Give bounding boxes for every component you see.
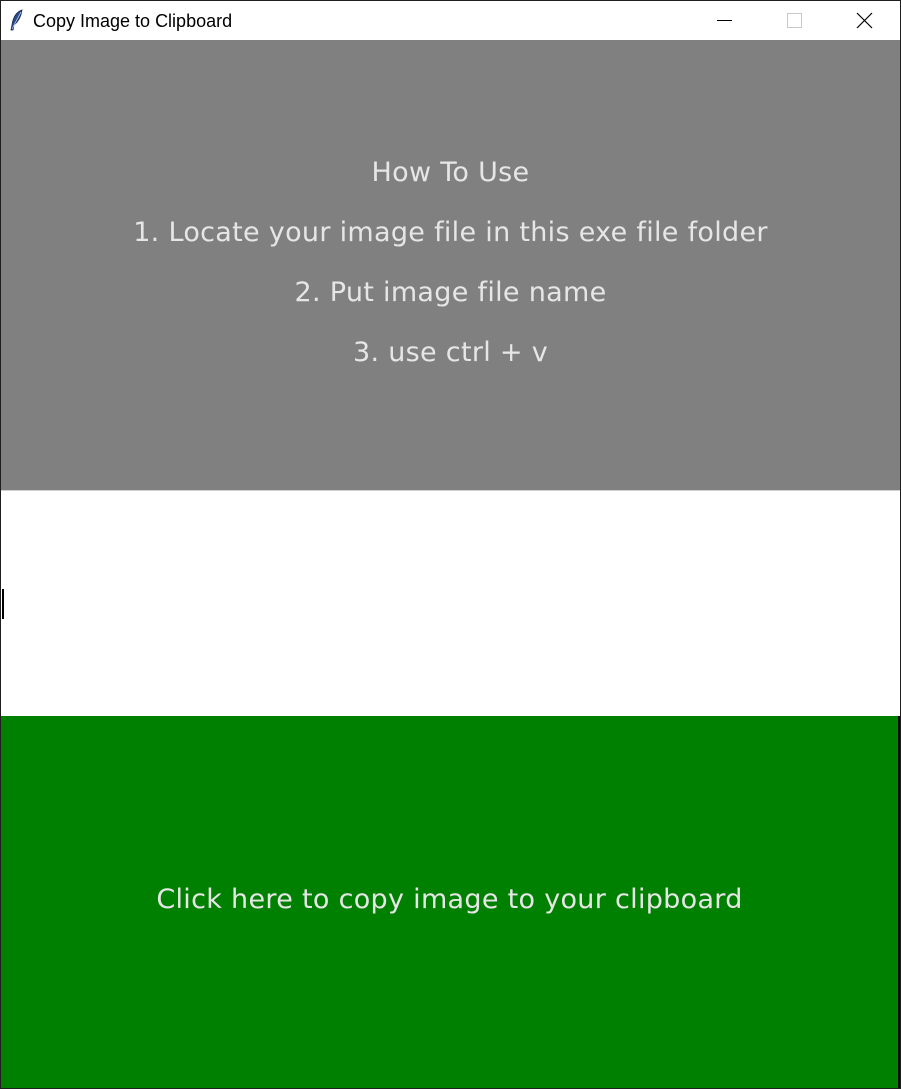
title-bar[interactable]: Copy Image to Clipboard	[1, 1, 900, 39]
app-window: Copy Image to Clipboard How To Use 1. Lo…	[0, 0, 901, 1089]
instruction-step-3: 3. use ctrl + v	[352, 337, 549, 368]
minimize-button[interactable]	[690, 1, 760, 39]
close-button[interactable]	[829, 1, 899, 39]
maximize-button[interactable]	[759, 1, 829, 39]
window-title: Copy Image to Clipboard	[33, 11, 233, 31]
copy-to-clipboard-button[interactable]: Click here to copy image to your clipboa…	[1, 716, 900, 1088]
instruction-step-1: 1. Locate your image file in this exe fi…	[133, 217, 768, 248]
instructions-heading: How To Use	[371, 157, 530, 188]
instructions-panel: How To Use 1. Locate your image file in …	[1, 40, 900, 490]
text-caret	[2, 589, 4, 619]
instruction-step-2: 2. Put image file name	[294, 277, 607, 308]
copy-button-label: Click here to copy image to your clipboa…	[156, 884, 743, 915]
feather-icon	[9, 9, 25, 31]
filename-input[interactable]	[1, 490, 900, 716]
